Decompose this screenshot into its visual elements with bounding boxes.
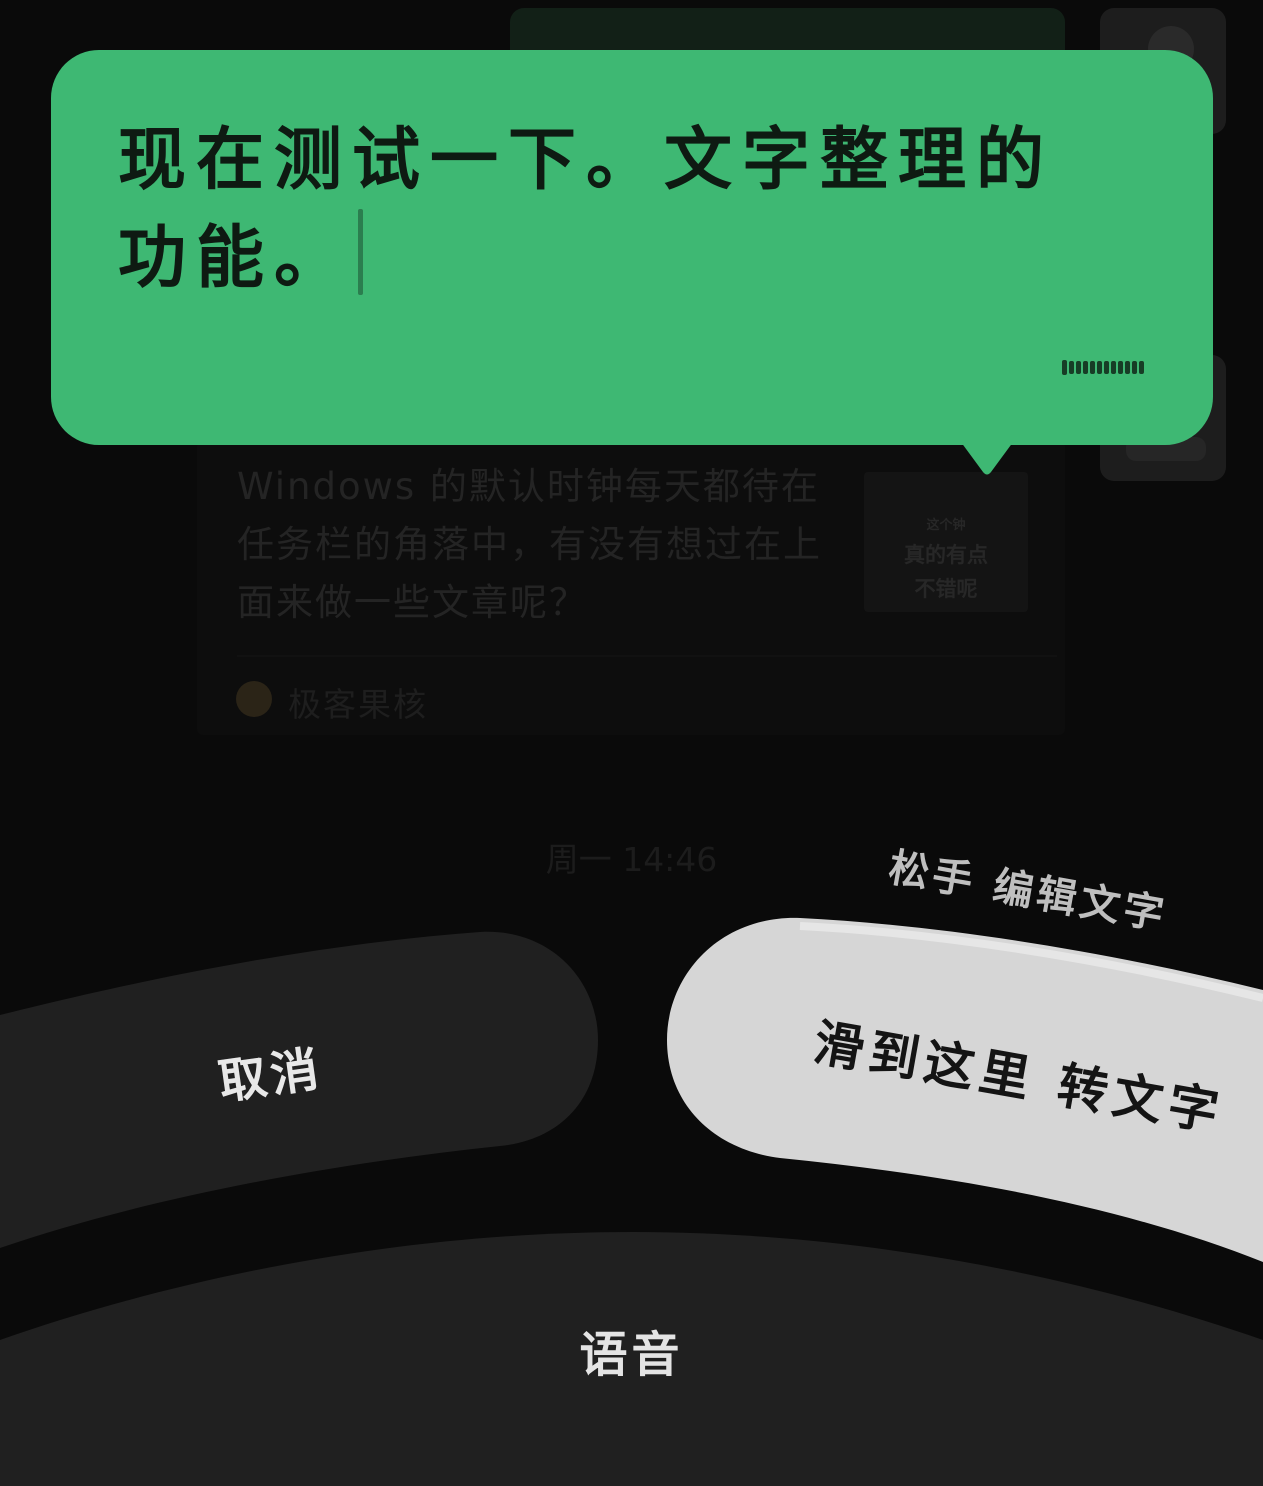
voice-controls [0,917,1263,1486]
voice-label: 语音 [579,1327,684,1383]
voice-input-screen: Windows 的默认时钟每天都待在任务栏的角落中，有没有想过在上面来做一些文章… [0,0,1263,1486]
cancel-label: 取消 [215,1040,327,1111]
